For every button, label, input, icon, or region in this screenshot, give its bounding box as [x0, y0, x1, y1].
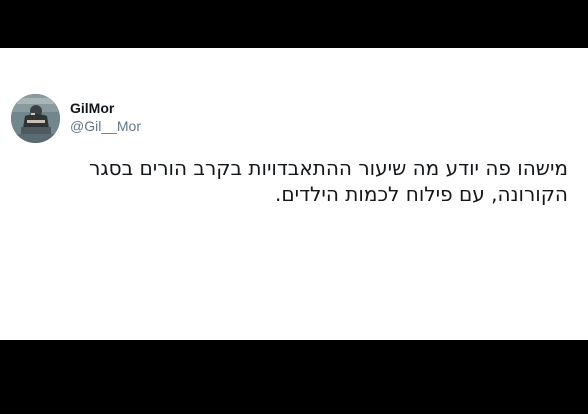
avatar[interactable] [11, 94, 60, 143]
author-block: GilMor @Gil__Mor [70, 100, 141, 134]
tweet-card[interactable]: GilMor @Gil__Mor מישהו פה יודע מה שיעור … [0, 48, 588, 340]
tweet-text: מישהו פה יודע מה שיעור ההתאבדויות בקרב ה… [89, 156, 568, 206]
user-handle[interactable]: @Gil__Mor [70, 118, 141, 134]
profile-photo-icon [11, 94, 60, 143]
display-name[interactable]: GilMor [70, 100, 141, 116]
screenshot-frame: GilMor @Gil__Mor מישהו פה יודע מה שיעור … [0, 0, 588, 414]
